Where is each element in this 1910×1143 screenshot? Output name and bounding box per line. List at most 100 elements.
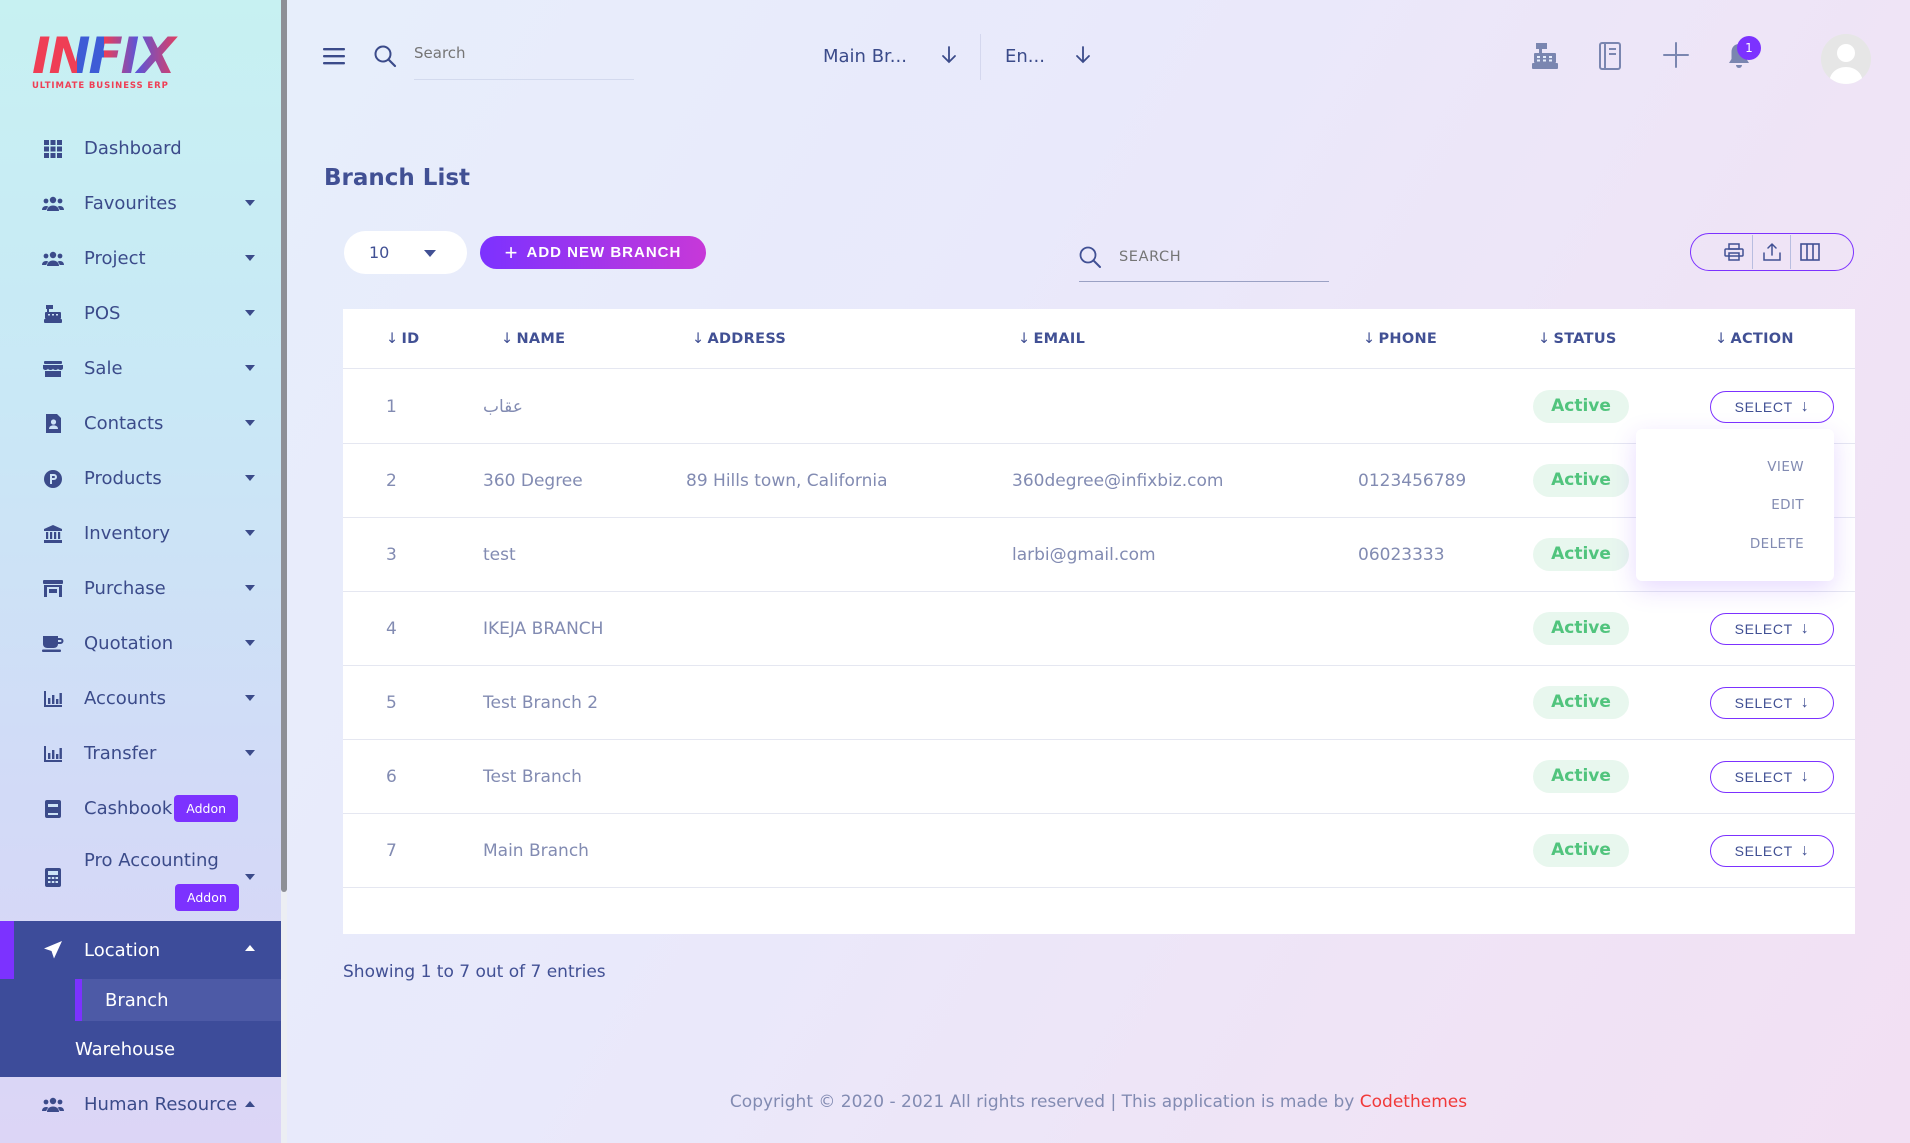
sidebar-item-favourites[interactable]: Favourites [0,176,281,231]
sidebar-item-location[interactable]: Location [0,921,281,979]
select-action-button[interactable]: SELECT ↓ [1710,761,1834,793]
sidebar-subitem-warehouse[interactable]: Warehouse [0,1021,281,1077]
scrollbar-thumb[interactable] [281,0,287,892]
sidebar-item-pos[interactable]: POS [0,286,281,341]
columns-button[interactable] [1791,235,1829,269]
export-button[interactable] [1753,235,1791,269]
sidebar-item-products[interactable]: Products [0,451,281,506]
column-header-id[interactable]: ↓ ID [386,331,419,347]
column-header-address[interactable]: ↓ ADDRESS [692,331,786,347]
sidebar-item-dashboard[interactable]: Dashboard [0,121,281,176]
location-section: Location Branch Warehouse [0,921,281,1077]
caret-down-icon [245,695,255,701]
topbar-divider [980,34,981,80]
cell-email: 360degree@infixbiz.com [1012,471,1224,491]
top-search-input[interactable] [414,44,634,62]
cell-name: 360 Degree [483,471,583,491]
cell-name: عقاب [483,397,523,417]
cell-id: 5 [386,693,397,713]
cell-name: Main Branch [483,841,589,861]
column-header-email[interactable]: ↓ EMAIL [1018,331,1085,347]
column-header-status[interactable]: ↓ STATUS [1538,331,1617,347]
caret-down-icon [245,475,255,481]
add-new-branch-button[interactable]: + ADD NEW BRANCH [480,236,706,269]
cell-id: 3 [386,545,397,565]
select-action-button[interactable]: SELECT ↓ [1710,687,1834,719]
caret-down-icon [245,310,255,316]
bank-icon [42,523,64,545]
select-action-button[interactable]: SELECT ↓ [1710,391,1834,423]
select-action-button[interactable]: SELECT ↓ [1710,835,1834,867]
language-select[interactable]: En... [1005,46,1045,67]
store-icon [42,358,64,380]
dropdown-item-view[interactable]: VIEW [1767,459,1804,475]
sidebar-subitem-branch[interactable]: Branch [75,979,281,1021]
sidebar-item-label: Favourites [84,193,177,214]
location-arrow-icon [42,939,64,961]
footer-brand-link[interactable]: Codethemes [1360,1092,1467,1112]
sidebar-item-project[interactable]: Project [0,231,281,286]
table-row: 1 عقاب Active SELECT ↓ [343,370,1855,444]
sidebar-item-purchase[interactable]: Purchase [0,561,281,616]
caret-down-icon [245,874,255,880]
table-toolbar [1690,233,1854,271]
dropdown-item-delete[interactable]: DELETE [1750,536,1804,552]
table-row: 6 Test Branch Active SELECT ↓ [343,740,1855,814]
cash-register-icon [42,303,64,325]
hamburger-menu-icon[interactable] [323,47,345,69]
sidebar-item-pro-accounting[interactable]: Pro Accounting Addon [0,836,281,921]
per-page-select[interactable]: 10 [344,231,467,274]
action-dropdown-menu: VIEW EDIT DELETE [1636,429,1834,581]
cell-name: IKEJA BRANCH [483,619,604,639]
table-search-input[interactable] [1119,249,1329,265]
sidebar-item-cashbook[interactable]: Cashbook Addon [0,781,281,836]
add-new-branch-label: ADD NEW BRANCH [526,244,682,261]
table-row: 7 Main Branch Active SELECT ↓ [343,814,1855,888]
sidebar-item-label: Location [84,939,161,961]
bar-chart-icon [42,743,64,765]
sort-arrow-icon: ↓ [1363,331,1376,347]
notebook-icon[interactable] [1598,42,1622,74]
cell-name: test [483,545,516,565]
column-header-action[interactable]: ↓ ACTION [1715,331,1794,347]
footer: Copyright © 2020 - 2021 All rights reser… [0,1092,1910,1112]
sidebar-scrollbar[interactable] [281,0,287,1143]
avatar[interactable] [1821,34,1871,84]
cell-name: Test Branch [483,767,582,787]
select-action-button[interactable]: SELECT ↓ [1710,613,1834,645]
column-header-phone[interactable]: ↓ PHONE [1363,331,1437,347]
infix-logo[interactable]: INFIX ULTIMATE BUSINESS ERP [32,30,182,92]
caret-up-icon [245,945,255,951]
search-icon [1078,245,1102,273]
product-p-icon [42,468,64,490]
users-icon [42,248,64,270]
sidebar-item-accounts[interactable]: Accounts [0,671,281,726]
plus-icon[interactable] [1663,42,1689,72]
arrow-down-icon[interactable] [1075,46,1091,68]
sidebar-item-contacts[interactable]: Contacts [0,396,281,451]
cell-name: Test Branch 2 [483,693,599,713]
sidebar-item-transfer[interactable]: Transfer [0,726,281,781]
caret-down-icon [245,255,255,261]
arrow-down-icon: ↓ [1800,398,1810,415]
caret-down-icon [245,750,255,756]
branch-select[interactable]: Main Br... [823,46,907,67]
print-button[interactable] [1715,235,1753,269]
notification-badge: 1 [1737,36,1761,60]
sidebar-item-label: Dashboard [84,138,182,159]
cash-register-icon[interactable] [1531,42,1559,74]
sidebar-item-quotation[interactable]: Quotation [0,616,281,671]
table-search-underline [1079,281,1329,282]
arrow-down-icon[interactable] [941,46,957,68]
sidebar-item-label: Cashbook [84,798,173,819]
arrow-down-icon: ↓ [1800,842,1810,859]
sidebar-nav: Dashboard Favourites Project POS Sale Co… [0,121,281,1132]
table-row: 4 IKEJA BRANCH Active SELECT ↓ [343,592,1855,666]
status-badge: Active [1533,686,1629,719]
cashbook-icon [42,798,64,820]
dropdown-item-edit[interactable]: EDIT [1771,497,1804,513]
sidebar-item-sale[interactable]: Sale [0,341,281,396]
sidebar-item-inventory[interactable]: Inventory [0,506,281,561]
column-header-name[interactable]: ↓ NAME [501,331,565,347]
cell-email: larbi@gmail.com [1012,545,1156,565]
